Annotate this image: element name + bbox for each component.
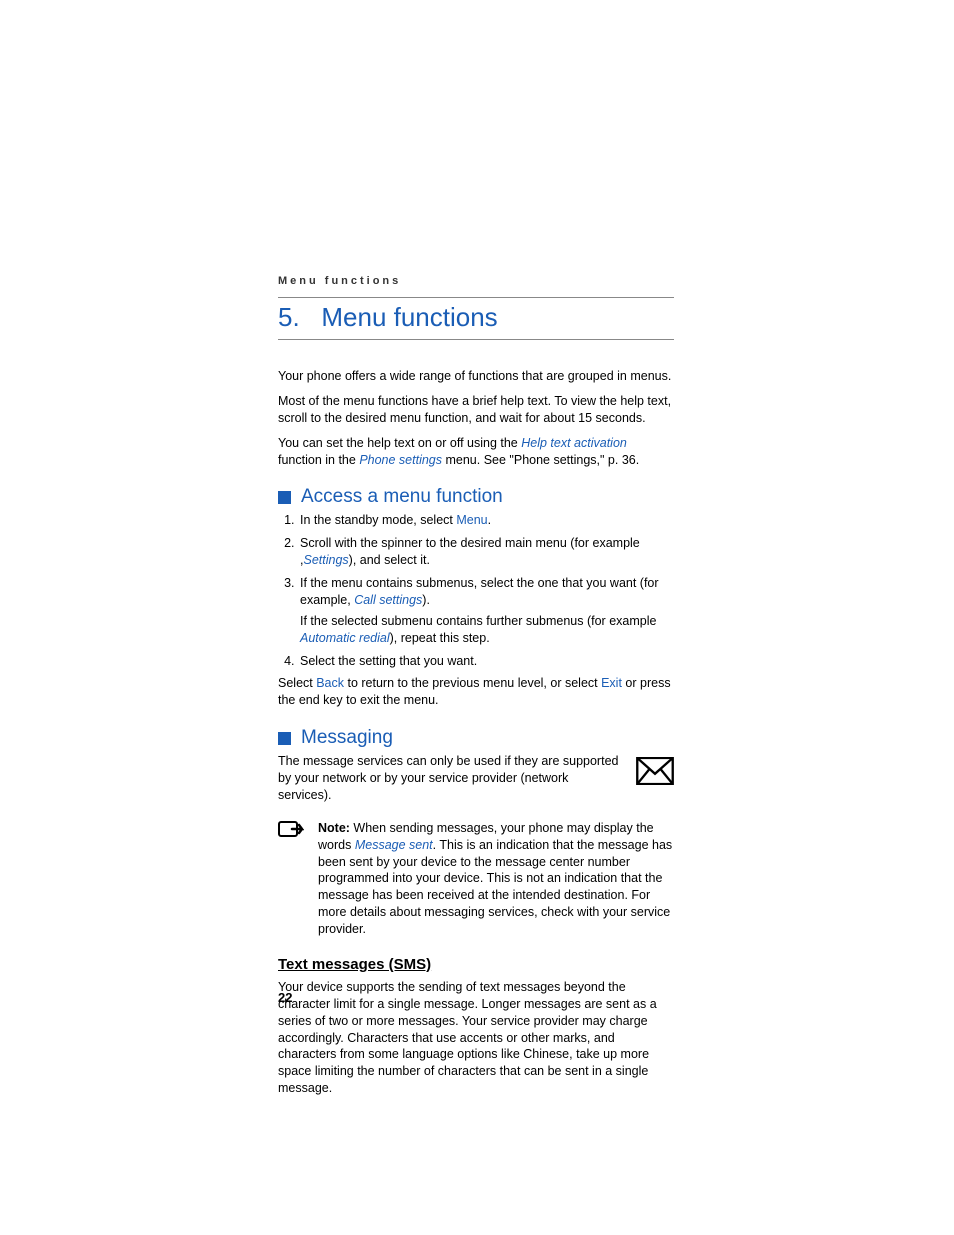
intro-paragraph-2: Most of the menu functions have a brief …	[278, 393, 674, 427]
chapter-title-text: Menu functions	[321, 302, 497, 332]
messaging-intro-row: The message services can only be used if…	[278, 753, 674, 812]
back-link[interactable]: Back	[316, 676, 344, 690]
call-settings-link[interactable]: Call settings	[354, 593, 422, 607]
automatic-redial-link[interactable]: Automatic redial	[300, 631, 390, 645]
sms-heading: Text messages (SMS)	[278, 956, 674, 973]
step-3: If the menu contains submenus, select th…	[298, 575, 674, 647]
intro-paragraph-1: Your phone offers a wide range of functi…	[278, 368, 674, 385]
sms-body: Your device supports the sending of text…	[278, 979, 674, 1097]
access-after-text: Select Back to return to the previous me…	[278, 675, 674, 709]
chapter-number: 5.	[278, 302, 300, 332]
running-header: Menu functions	[278, 275, 674, 287]
access-steps-list: In the standby mode, select Menu. Scroll…	[278, 512, 674, 669]
document-page: Menu functions 5. Menu functions Your ph…	[0, 0, 954, 1235]
message-sent-link[interactable]: Message sent	[355, 838, 433, 852]
step-2: Scroll with the spinner to the desired m…	[298, 535, 674, 569]
section-messaging-heading: Messaging	[278, 727, 674, 749]
phone-settings-link[interactable]: Phone settings	[359, 453, 442, 467]
section-access-heading: Access a menu function	[278, 486, 674, 508]
step-3-sub: If the selected submenu contains further…	[300, 613, 674, 647]
square-bullet-icon	[278, 491, 291, 504]
menu-link[interactable]: Menu	[456, 513, 487, 527]
note-text: Note: When sending messages, your phone …	[318, 820, 674, 938]
step-1: In the standby mode, select Menu.	[298, 512, 674, 529]
step-4: Select the setting that you want.	[298, 653, 674, 670]
note-arrow-icon	[278, 821, 304, 841]
chapter-title: 5. Menu functions	[278, 297, 674, 340]
note-label: Note:	[318, 821, 350, 835]
intro-paragraph-3: You can set the help text on or off usin…	[278, 435, 674, 469]
envelope-icon	[636, 757, 674, 785]
square-bullet-icon	[278, 732, 291, 745]
help-text-activation-link[interactable]: Help text activation	[521, 436, 627, 450]
messaging-intro: The message services can only be used if…	[278, 753, 624, 804]
note-block: Note: When sending messages, your phone …	[278, 820, 674, 938]
exit-link[interactable]: Exit	[601, 676, 622, 690]
page-number: 22	[278, 990, 292, 1005]
settings-link[interactable]: Settings	[303, 553, 348, 567]
